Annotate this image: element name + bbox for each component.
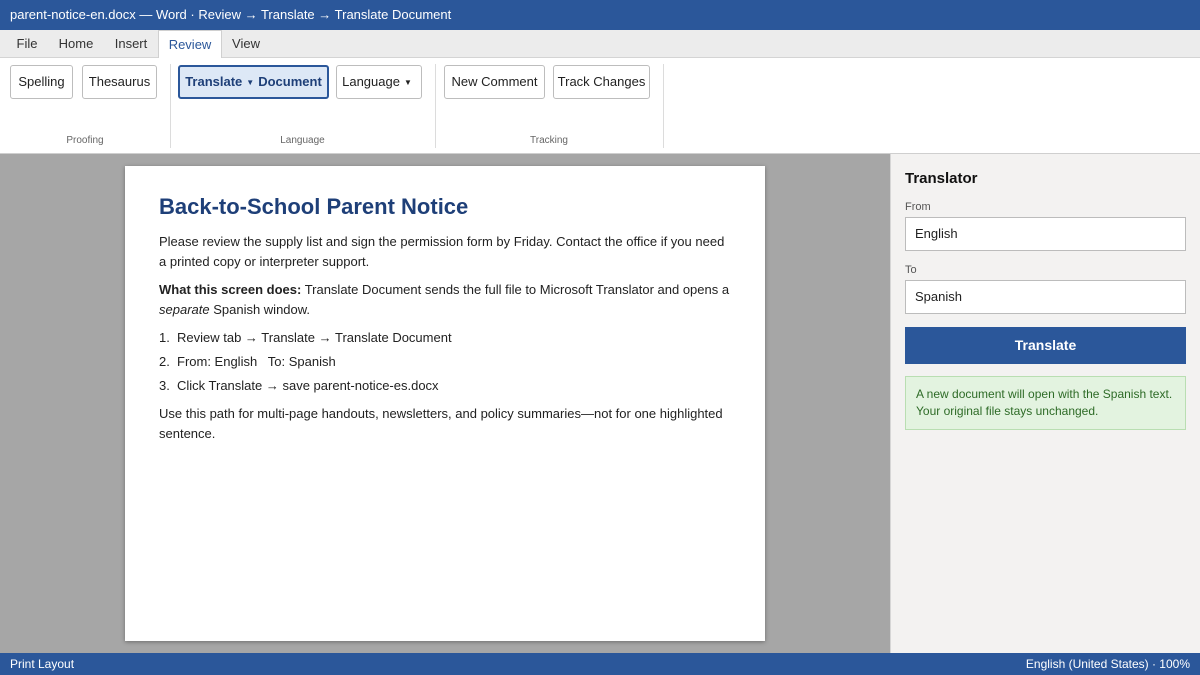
spelling-button[interactable]: Spelling (10, 65, 73, 99)
list-item: 3. Click Translate → save parent-notice-e… (159, 376, 731, 395)
translate-document-button[interactable]: Translate ▼ Document (178, 65, 329, 99)
translate-button[interactable]: Translate (905, 327, 1186, 364)
group-label-tracking: Tracking (530, 135, 568, 146)
group-label-proofing: Proofing (66, 135, 104, 146)
step-text: From: English To: Spanish (177, 354, 336, 369)
tab-home[interactable]: Home (54, 30, 98, 58)
tab-view[interactable]: View (226, 30, 266, 58)
list-item: 2. From: English To: Spanish (159, 352, 731, 371)
tab-review[interactable]: Review (158, 30, 222, 59)
document-paragraph: Please review the supply list and sign t… (159, 234, 725, 269)
explainer-bold-lead: What this screen does: (159, 282, 302, 297)
language-zoom-status[interactable]: English (United States) · 100% (1026, 653, 1190, 675)
step-text: Click Translate → save parent-notice-es.… (177, 378, 439, 393)
document-paragraph-explainer: What this screen does: Translate Documen… (159, 280, 731, 319)
step-text: Review tab → Translate → Translate Docum… (177, 330, 452, 345)
step-number: 2. (159, 354, 170, 369)
translate-sub-label: Document (258, 74, 322, 89)
ribbon: Spelling Thesaurus Proofing Translate ▼ Do… (0, 58, 1200, 154)
document-page[interactable]: Back-to-School Parent Notice Please revi… (125, 166, 765, 641)
from-language-select[interactable]: English (905, 217, 1186, 251)
info-message: A new document will open with the Spanis… (905, 376, 1186, 430)
to-label: To (905, 264, 917, 276)
translate-label: Translate (185, 74, 243, 89)
window-title: parent-notice-en.docx — Word · Review → … (0, 0, 1200, 30)
explainer-text: Translate Document sends the full file t… (301, 282, 730, 297)
language-label: Language (342, 74, 400, 89)
group-label-language: Language (280, 135, 325, 146)
step-number: 3. (159, 378, 170, 393)
caret-down-icon: ▼ (403, 77, 412, 87)
caret-down-icon: ▼ (246, 77, 255, 87)
document-heading: Back-to-School Parent Notice (159, 194, 469, 219)
from-label: From (905, 201, 931, 213)
track-changes-button[interactable]: Track Changes (553, 65, 650, 99)
translator-pane: Translator From English To Spanish Trans… (890, 154, 1200, 653)
view-mode-status[interactable]: Print Layout (10, 653, 74, 675)
document-canvas: Back-to-School Parent Notice Please revi… (0, 154, 890, 653)
status-bar: Print Layout English (United States) · 1… (0, 653, 1200, 675)
group-divider (663, 64, 664, 148)
translator-title: Translator (905, 170, 978, 187)
tab-file[interactable]: File (8, 30, 46, 58)
thesaurus-button[interactable]: Thesaurus (82, 65, 157, 99)
to-language-select[interactable]: Spanish (905, 280, 1186, 314)
ribbon-tab-bar: File Home Insert Review View (0, 30, 1200, 59)
language-button[interactable]: Language ▼ (336, 65, 422, 99)
document-paragraph-closing: Use this path for multi-page handouts, n… (159, 406, 723, 441)
explainer-emphasis: separate (159, 301, 210, 317)
step-number: 1. (159, 330, 170, 345)
tab-insert[interactable]: Insert (108, 30, 154, 58)
steps-list: 1. Review tab → Translate → Translate Doc… (159, 328, 731, 395)
new-comment-button[interactable]: New Comment (444, 65, 545, 99)
explainer-text-end: Spanish window. (209, 301, 311, 317)
list-item: 1. Review tab → Translate → Translate Doc… (159, 328, 731, 347)
